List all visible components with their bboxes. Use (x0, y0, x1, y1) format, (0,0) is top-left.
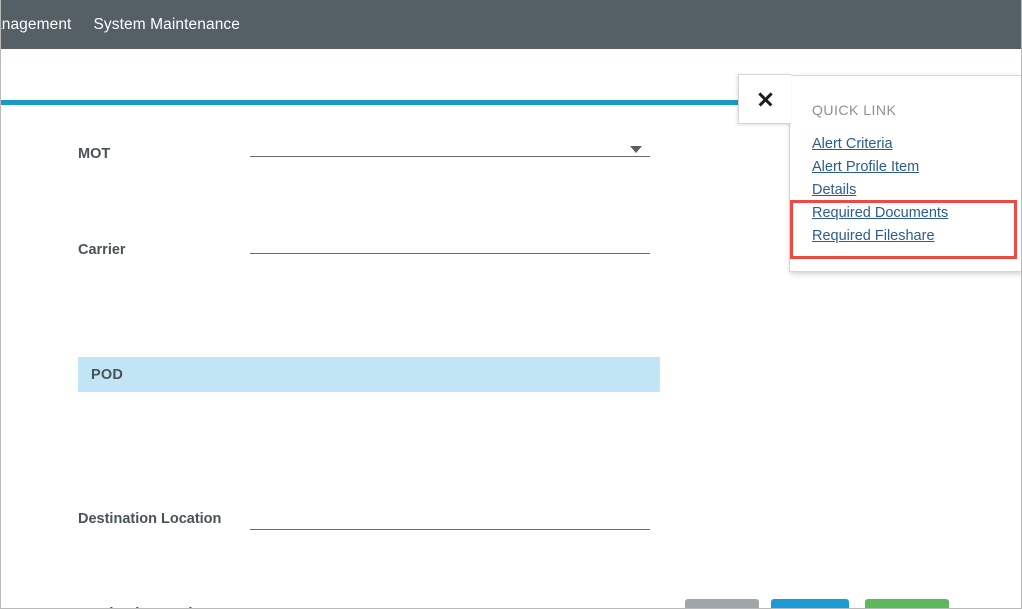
back-button[interactable]: BACK (685, 599, 759, 608)
form-action-bar: BACK SAVE REMOVE (1, 599, 1021, 608)
quick-link-required-fileshare[interactable]: Required Fileshare (812, 225, 1012, 248)
nav-item-system-maintenance[interactable]: System Maintenance (93, 17, 240, 33)
form-field-destination-agent: Destination Agent (1, 297, 1021, 345)
application-window: anagement System Maintenance MOT Carrier… (0, 0, 1022, 609)
close-icon (757, 91, 774, 108)
quick-link-list: Alert Criteria Alert Profile Item Detail… (812, 133, 1012, 248)
remove-button[interactable]: REMOVE (865, 599, 949, 608)
field-label-destination-location: Destination Location (78, 511, 222, 527)
quick-link-alert-profile-item[interactable]: Alert Profile Item (812, 156, 1012, 179)
form-field-consignee: Consignee (1, 345, 1021, 393)
top-navigation-bar: anagement System Maintenance (1, 0, 1021, 49)
nav-item-management[interactable]: anagement (1, 17, 71, 33)
quick-link-title: QUICK LINK (812, 102, 897, 118)
quick-link-required-documents[interactable]: Required Documents (812, 202, 1012, 225)
chevron-down-icon[interactable] (630, 146, 642, 153)
field-input-destination-location[interactable] (250, 529, 650, 530)
quick-link-close-button[interactable] (738, 74, 791, 124)
quick-link-panel: QUICK LINK Alert Criteria Alert Profile … (789, 75, 1021, 272)
quick-link-alert-criteria[interactable]: Alert Criteria (812, 133, 1012, 156)
save-button[interactable]: SAVE (771, 599, 849, 608)
quick-link-details[interactable]: Details (812, 179, 1012, 202)
